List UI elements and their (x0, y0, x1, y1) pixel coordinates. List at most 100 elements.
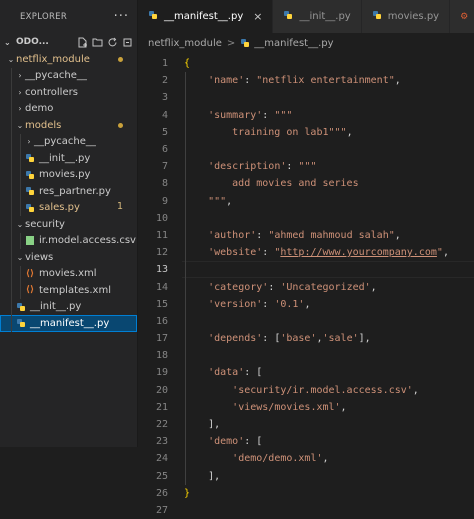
line-number: 19 (155, 367, 168, 379)
tree-file[interactable]: ⟨⟩ movies.xml (0, 265, 137, 282)
tree-file[interactable]: __init__.py (0, 150, 137, 167)
code-token: 'data' (208, 367, 245, 379)
code-text: 'summary': """ (168, 110, 292, 121)
code-token: 'views/movies.xml' (232, 401, 341, 413)
chevron-down-icon: ⌄ (4, 37, 11, 47)
more-actions-icon[interactable]: ··· (114, 9, 129, 24)
tree-folder[interactable]: ⌄ views (0, 249, 137, 266)
indent-guide (11, 183, 12, 200)
indent-guide (11, 166, 12, 183)
breadcrumb-folder[interactable]: netflix_module (148, 38, 222, 49)
tree-file[interactable]: sales.py 1 (0, 199, 137, 216)
indent-guide (20, 150, 21, 167)
tree-file[interactable]: ir.model.access.csv (0, 232, 137, 249)
line-number: 25 (155, 470, 168, 482)
code-line: 17 'depends': ['base','sale'], (138, 330, 474, 347)
code-line: 5 training on lab1""", (138, 124, 474, 141)
tree-item-label: templates.xml (39, 284, 111, 296)
modified-dot (118, 123, 123, 128)
code-text: ], (168, 419, 220, 430)
code-text: 'data': [ (168, 367, 262, 378)
code-token: 'sale' (322, 333, 359, 345)
line-number: 27 (155, 504, 168, 516)
code-line: 6 (138, 141, 474, 158)
line-number: 3 (161, 92, 168, 104)
code-text: 'description': """ (168, 161, 316, 172)
python-icon (15, 318, 27, 328)
tree-folder[interactable]: › demo (0, 100, 137, 117)
code-token: 'Uncategorized' (280, 281, 371, 293)
indent-guide (11, 315, 12, 332)
line-number: 21 (155, 401, 168, 413)
line-number: 6 (161, 144, 168, 156)
code-line: 16 (138, 313, 474, 330)
code-line: 14 'category': 'Uncategorized', (138, 278, 474, 295)
code-token: : [ (244, 367, 263, 379)
line-number: 1 (161, 58, 168, 70)
csv-icon (24, 236, 36, 246)
code-token: , (346, 126, 353, 138)
code-text: 'website': "http://www.yourcompany.com", (168, 247, 449, 258)
xml-icon: ⟨⟩ (25, 268, 35, 279)
new-file-icon[interactable] (77, 37, 88, 48)
python-icon (15, 302, 27, 312)
tree-file[interactable]: __init__.py (0, 298, 137, 315)
code-line: 2 'name': "netflix entertainment", (138, 72, 474, 89)
code-token: : (244, 75, 257, 87)
breadcrumb-file[interactable]: __manifest__.py (254, 38, 333, 49)
code-token: 'demo' (208, 436, 245, 448)
breadcrumb-separator: > (226, 37, 236, 49)
tree-folder[interactable]: › __pycache__ (0, 133, 137, 150)
code-token: : (268, 281, 281, 293)
tree-folder[interactable]: › controllers (0, 84, 137, 101)
code-token: : (286, 161, 299, 173)
refresh-icon[interactable] (107, 37, 118, 48)
code-token: 'website' (208, 247, 263, 259)
code-line: 27 (138, 502, 474, 519)
indent-guide (20, 265, 21, 282)
tree-folder[interactable]: ⌄ models (0, 117, 137, 134)
code-line: 25 ], (138, 468, 474, 485)
line-number: 13 (155, 264, 168, 276)
line-number: 9 (161, 195, 168, 207)
tree-folder[interactable]: ⌄ security (0, 216, 137, 233)
project-root[interactable]: ⌄ ODO... (0, 33, 137, 51)
tree-item-label: netflix_module (16, 53, 90, 65)
tree-folder[interactable]: › __pycache__ (0, 67, 137, 84)
code-token: : [ (262, 333, 281, 345)
line-number: 23 (155, 436, 168, 448)
editor-tab[interactable]: __manifest__.py × (138, 0, 274, 33)
code-token: , (370, 281, 377, 293)
editor-tab[interactable]: __init__.py (273, 0, 362, 33)
code-line: 23 'demo': [ (138, 433, 474, 450)
indent-guide (11, 282, 12, 299)
code-token: 'version' (208, 298, 263, 310)
editor-tab[interactable]: movies.py (361, 0, 451, 33)
line-number: 4 (161, 109, 168, 121)
indent-guide (20, 166, 21, 183)
tree-file[interactable]: res_partner.py (0, 183, 137, 200)
collapse-all-icon[interactable] (122, 37, 133, 48)
tree-file[interactable]: ⟨⟩ templates.xml (0, 282, 137, 299)
code-token: : (262, 298, 275, 310)
code-token: : [ (244, 436, 263, 448)
code-token: 'summary' (208, 109, 263, 121)
editor-tab[interactable]: ⚙sales.py (450, 0, 474, 33)
code-token: """ (298, 161, 317, 173)
code-token: 'author' (208, 229, 257, 241)
code-line: 15 'version': '0.1', (138, 296, 474, 313)
code-text: { (168, 58, 190, 69)
tree-file[interactable]: movies.py (0, 166, 137, 183)
chevron-right-icon: › (18, 87, 22, 97)
new-folder-icon[interactable] (92, 37, 103, 48)
close-icon[interactable]: × (253, 10, 262, 23)
code-editor[interactable]: 1{2 'name': "netflix entertainment", 3 4 '… (138, 55, 474, 519)
indent-guide (20, 133, 21, 150)
tree-folder[interactable]: ⌄ netflix_module (0, 51, 137, 68)
tree-file[interactable]: __manifest__.py (0, 315, 137, 332)
tab-label: movies.py (387, 11, 440, 22)
explorer-title: EXPLORER (20, 11, 68, 22)
